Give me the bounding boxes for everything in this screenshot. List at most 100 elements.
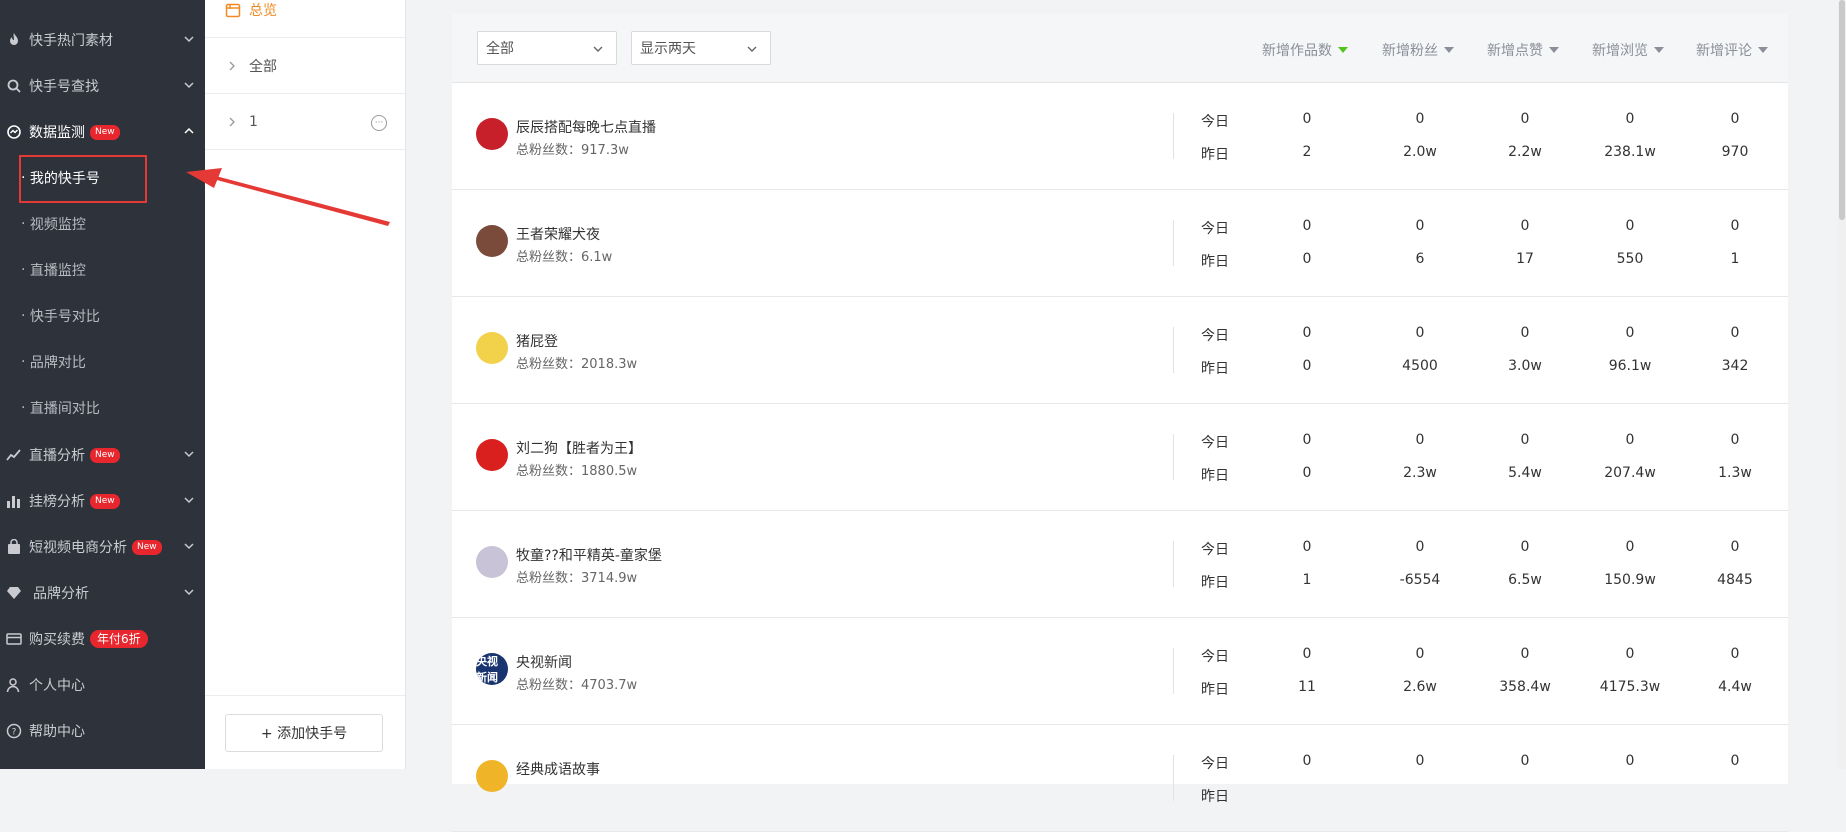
sidebar-item-live-analysis[interactable]: 直播分析 New: [0, 432, 205, 478]
sidebar-sub-video-monitor[interactable]: · 视频监控: [0, 201, 205, 247]
sidebar-item-purchase[interactable]: 购买续费 年付6折: [0, 616, 205, 662]
chevron-right-icon: [229, 61, 235, 70]
yesterday-label: 昨日: [1201, 147, 1229, 163]
sort-new-views[interactable]: 新增浏览: [1592, 40, 1664, 60]
sidebar-sub-brand-compare[interactable]: · 品牌对比: [0, 339, 205, 385]
group-item-all[interactable]: 全部: [205, 38, 405, 94]
today-value-新增浏览: 0: [1625, 432, 1635, 448]
sidebar-item-ranking-analysis[interactable]: 挂榜分析 New: [0, 478, 205, 524]
sidebar-item-personal-center[interactable]: 个人中心: [0, 662, 205, 708]
today-value-新增点赞: 0: [1520, 753, 1530, 769]
avatar[interactable]: [476, 332, 508, 364]
today-value-新增点赞: 0: [1520, 111, 1530, 127]
sort-new-fans[interactable]: 新增粉丝: [1382, 40, 1454, 60]
today-label: 今日: [1201, 114, 1229, 130]
today-label: 今日: [1201, 328, 1229, 344]
help-icon: ?: [6, 723, 22, 739]
fire-icon: [6, 32, 22, 48]
sidebar-item-data-monitor[interactable]: 数据监测 New: [0, 109, 205, 155]
chevron-right-icon: [229, 117, 235, 126]
sidebar-item-ecommerce-analysis[interactable]: 短视频电商分析 New: [0, 524, 205, 570]
account-row[interactable]: 牧童??和平精英-童家堡 总粉丝数：3714.9w 今日 0 0 0 0 0 昨日 1 -6554 6…: [452, 511, 1788, 618]
divider: [1173, 434, 1174, 480]
account-row[interactable]: 辰辰搭配每晚七点直播 总粉丝数：917.3w 今日 0 0 0 0 0 昨日 2 2.0w 2.2w 2…: [452, 83, 1788, 190]
yesterday-value-新增评论: 4845: [1717, 572, 1753, 588]
sidebar-item-label: 数据监测: [29, 125, 85, 141]
range-select[interactable]: 显示两天: [631, 31, 771, 65]
yesterday-value-新增作品数: 0: [1302, 251, 1312, 267]
sidebar-sub-live-monitor[interactable]: · 直播监控: [0, 247, 205, 293]
yesterday-value-新增粉丝: 4500: [1402, 358, 1438, 374]
avatar[interactable]: [476, 439, 508, 471]
today-label: 今日: [1201, 542, 1229, 558]
yesterday-value-新增浏览: 96.1w: [1608, 358, 1652, 374]
sidebar-sub-account-compare[interactable]: · 快手号对比: [0, 293, 205, 339]
chevron-down-icon: [593, 46, 603, 52]
yesterday-label: 昨日: [1201, 361, 1229, 377]
sidebar-item-hot-materials[interactable]: 快手热门素材: [0, 17, 205, 63]
account-row[interactable]: 王者荣耀犬夜 总粉丝数：6.1w 今日 0 0 0 0 0 昨日 0 6 17 550 1: [452, 190, 1788, 297]
account-group-panel: 总览 全部 1 ··· + 添加快手号: [205, 0, 406, 769]
account-row[interactable]: 刘二狗【胜者为王】 总粉丝数：1880.5w 今日 0 0 0 0 0 昨日 0 2.3w 5.4w 2…: [452, 404, 1788, 511]
account-row[interactable]: 央视新闻 央视新闻 总粉丝数：4703.7w 今日 0 0 0 0 0 昨日 11 2.6w 358.4…: [452, 618, 1788, 725]
today-value-新增作品数: 0: [1302, 111, 1312, 127]
sort-new-works[interactable]: 新增作品数: [1262, 40, 1348, 60]
chevron-down-icon: [183, 33, 195, 45]
today-value-新增评论: 0: [1730, 218, 1740, 234]
account-name[interactable]: 经典成语故事: [516, 759, 600, 779]
filter-bar: 全部 显示两天 新增作品数 新增粉丝 新增点赞 新增浏览 新增评论: [452, 14, 1788, 83]
today-value-新增粉丝: 0: [1415, 218, 1425, 234]
account-name[interactable]: 辰辰搭配每晚七点直播: [516, 117, 656, 137]
yesterday-value-新增作品数: 0: [1302, 465, 1312, 481]
overview-item[interactable]: 总览: [205, 0, 405, 38]
today-value-新增点赞: 0: [1520, 432, 1530, 448]
account-name[interactable]: 央视新闻: [516, 652, 572, 672]
avatar[interactable]: 央视新闻: [476, 653, 508, 685]
yesterday-value-新增点赞: 5.4w: [1508, 465, 1542, 481]
yesterday-value-新增评论: 4.4w: [1718, 679, 1752, 695]
sidebar-sub-my-accounts[interactable]: · 我的快手号: [0, 155, 205, 201]
avatar[interactable]: [476, 225, 508, 257]
sidebar-sub-liveroom-compare[interactable]: · 直播间对比: [0, 385, 205, 431]
avatar[interactable]: [476, 118, 508, 150]
sort-desc-icon: [1444, 47, 1454, 53]
discount-badge: 年付6折: [90, 630, 148, 648]
today-value-新增粉丝: 0: [1415, 753, 1425, 769]
sidebar-item-account-search[interactable]: 快手号查找: [0, 63, 205, 109]
scrollbar-thumb[interactable]: [1839, 0, 1845, 220]
yesterday-value-新增作品数: 2: [1302, 144, 1312, 160]
sidebar-item-label: 快手号查找: [29, 79, 99, 95]
yesterday-value-新增点赞: 6.5w: [1508, 572, 1542, 588]
yesterday-label: 昨日: [1201, 254, 1229, 270]
account-name[interactable]: 王者荣耀犬夜: [516, 224, 600, 244]
sidebar-item-brand-analysis[interactable]: 品牌分析: [0, 570, 205, 616]
account-row[interactable]: 猪屁登 总粉丝数：2018.3w 今日 0 0 0 0 0 昨日 0 4500 3.0w 96.1w 34…: [452, 297, 1788, 404]
overview-label: 总览: [249, 2, 277, 19]
sort-new-likes[interactable]: 新增点赞: [1487, 40, 1559, 60]
group-label: 全部: [249, 58, 277, 75]
yesterday-value-新增浏览: 238.1w: [1604, 144, 1656, 160]
account-name[interactable]: 牧童??和平精英-童家堡: [516, 545, 662, 565]
add-account-button[interactable]: + 添加快手号: [225, 714, 383, 752]
account-total-fans: 总粉丝数：2018.3w: [516, 357, 638, 372]
today-label: 今日: [1201, 756, 1229, 772]
account-name[interactable]: 猪屁登: [516, 331, 558, 351]
sidebar-item-help-center[interactable]: ? 帮助中心: [0, 708, 205, 754]
divider: [1173, 541, 1174, 587]
account-total-fans: 总粉丝数：1880.5w: [516, 464, 638, 479]
account-row[interactable]: 经典成语故事 今日 0 0 0 0 0 昨日: [452, 725, 1788, 832]
account-name[interactable]: 刘二狗【胜者为王】: [516, 438, 642, 458]
yesterday-label: 昨日: [1201, 789, 1229, 805]
group-item-1[interactable]: 1 ···: [205, 94, 405, 150]
yesterday-value-新增粉丝: 2.3w: [1403, 465, 1437, 481]
more-options-icon[interactable]: ···: [371, 115, 387, 131]
type-select[interactable]: 全部: [477, 31, 617, 65]
today-value-新增作品数: 0: [1302, 432, 1312, 448]
today-value-新增评论: 0: [1730, 325, 1740, 341]
avatar[interactable]: [476, 760, 508, 792]
avatar[interactable]: [476, 546, 508, 578]
sidebar-item-label: 购买续费: [29, 632, 85, 648]
divider: [1173, 113, 1174, 159]
sidebar-sub-label: 我的快手号: [29, 171, 100, 187]
sort-new-comments[interactable]: 新增评论: [1696, 40, 1768, 60]
